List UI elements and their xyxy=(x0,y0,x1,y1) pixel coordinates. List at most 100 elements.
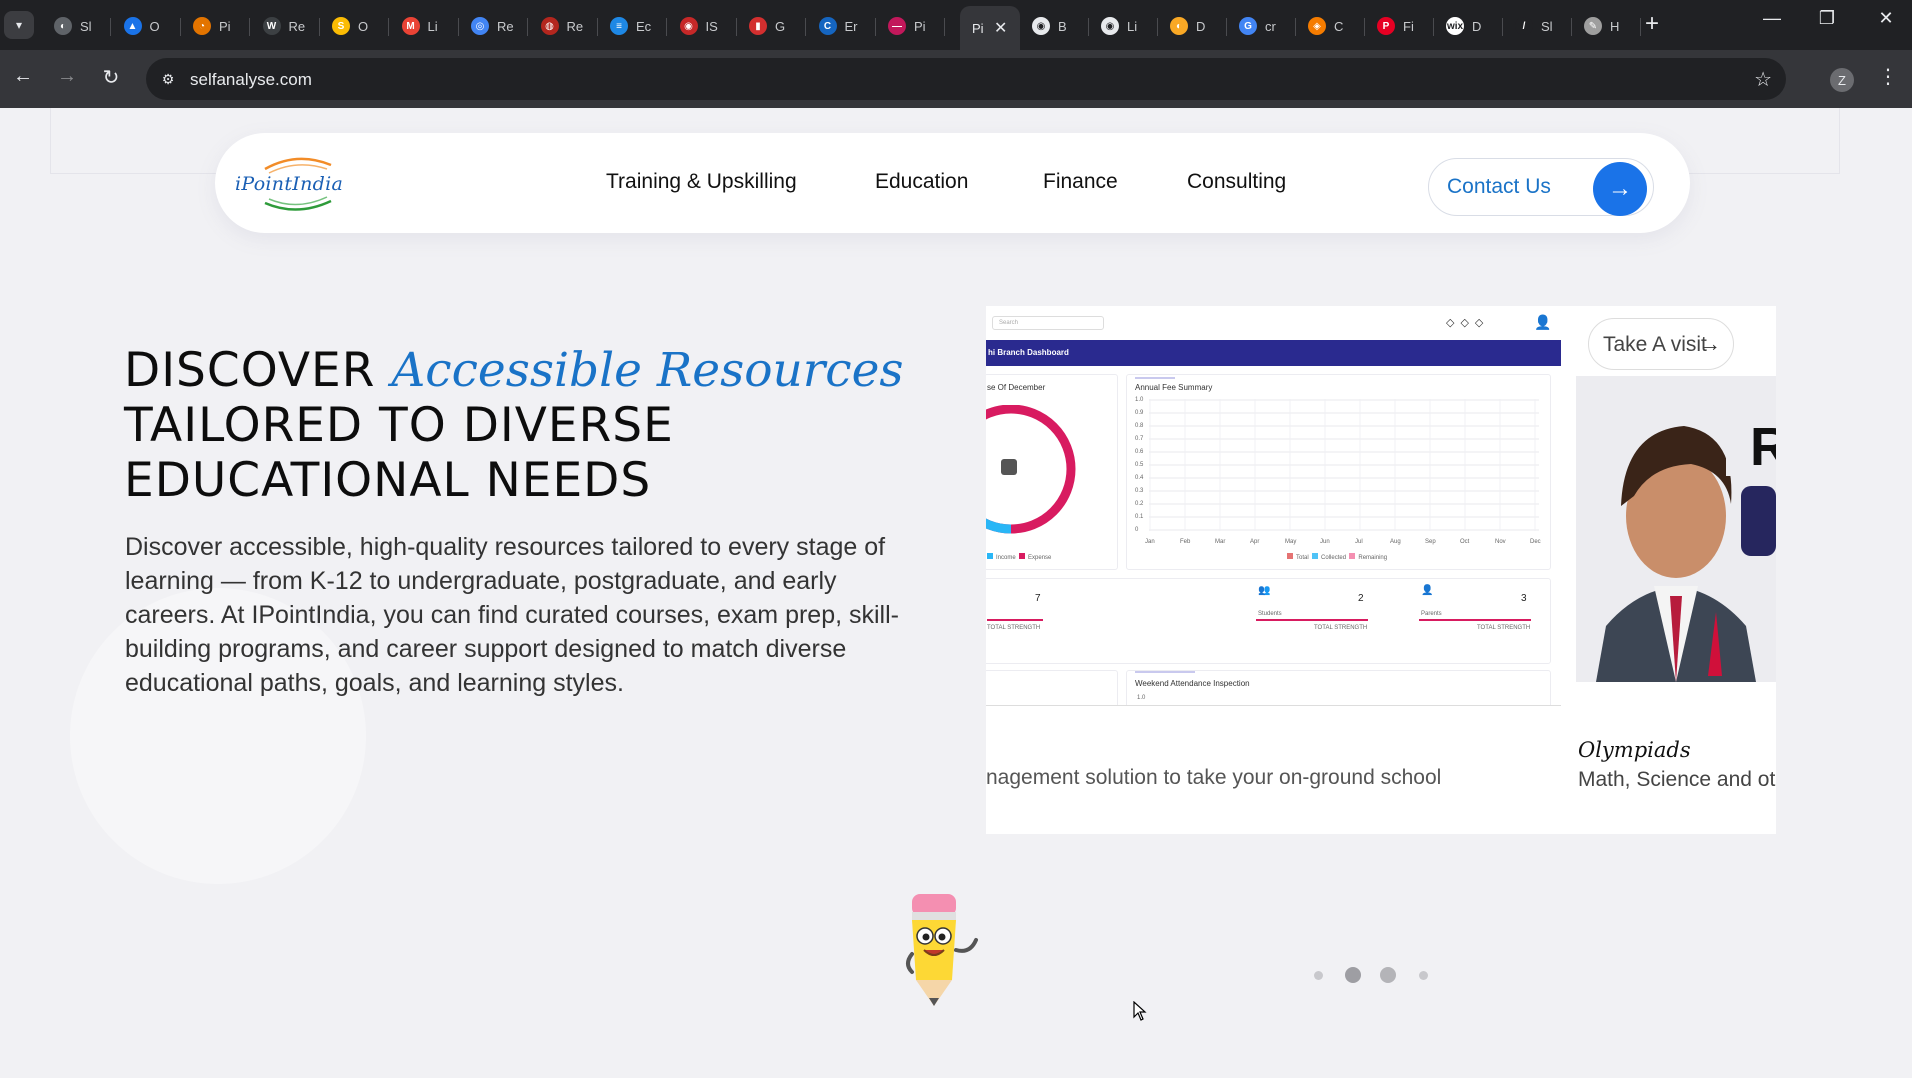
tab-label: D xyxy=(1196,18,1206,34)
nav-finance[interactable]: Finance xyxy=(1043,170,1118,194)
contact-us-button[interactable]: Contact Us → xyxy=(1428,158,1654,216)
nav-consulting[interactable]: Consulting xyxy=(1187,170,1286,194)
tab-favicon-icon: ◎ xyxy=(471,17,489,35)
tab-label: O xyxy=(358,18,369,34)
browser-tab[interactable]: ◐ D xyxy=(1158,6,1227,46)
tab-favicon-icon: wix xyxy=(1446,17,1464,35)
tab-favicon-icon: ◉ xyxy=(1101,17,1119,35)
y-tick-label: 0 xyxy=(1135,527,1139,533)
tab-active[interactable]: Pi ✕ xyxy=(960,6,1020,50)
carousel-dot[interactable] xyxy=(1314,971,1323,980)
tab-favicon-icon: ◐ xyxy=(1170,17,1188,35)
menu-kebab-icon[interactable]: ⋮ xyxy=(1878,64,1898,89)
back-arrow-icon[interactable]: ← xyxy=(8,65,38,88)
pencil-mascot xyxy=(900,888,992,1012)
browser-tab[interactable]: wix D xyxy=(1434,6,1503,46)
attendance-title: Weekend Attendance Inspection xyxy=(1135,679,1250,688)
url-text[interactable]: selfanalyse.com xyxy=(190,70,312,90)
dashboard-search: Search xyxy=(992,316,1104,330)
restore-button[interactable]: ❐ xyxy=(1807,8,1847,29)
tab-label: Ec xyxy=(636,18,652,34)
bookmark-star-icon[interactable]: ☆ xyxy=(1754,67,1772,92)
browser-tab[interactable]: — Pi xyxy=(876,6,945,46)
tab-favicon-icon: G xyxy=(1239,17,1257,35)
legend-total: Total xyxy=(1296,555,1309,561)
browser-tab[interactable]: ◉ Li xyxy=(1089,6,1158,46)
tab-label: Er xyxy=(844,18,858,34)
site-settings-icon[interactable]: ⚙ xyxy=(158,69,178,89)
browser-tab[interactable]: Gcr xyxy=(1227,6,1296,46)
forward-arrow-icon[interactable]: → xyxy=(52,65,82,88)
tab-label: Li xyxy=(427,18,438,34)
tab-label: IS xyxy=(705,18,718,34)
tab-favicon-icon: ▮ xyxy=(749,17,767,35)
y-tick-label: 1.0 xyxy=(1135,397,1144,403)
stat-label: Students xyxy=(1258,611,1282,617)
tab-label: cr xyxy=(1265,18,1276,34)
browser-tab[interactable]: SO xyxy=(320,6,389,46)
tab-label: Re xyxy=(497,18,514,34)
x-tick-label: May xyxy=(1285,539,1297,545)
legend-collected: Collected xyxy=(1321,555,1347,561)
x-tick-label: Apr xyxy=(1250,539,1260,545)
close-window-button[interactable]: ✕ xyxy=(1866,8,1906,29)
browser-tab[interactable]: ◍ Re xyxy=(529,6,598,46)
contact-us-label: Contact Us xyxy=(1447,175,1551,198)
carousel-dot[interactable] xyxy=(1345,967,1361,983)
tab-label: Re xyxy=(288,18,306,34)
carousel-dot[interactable] xyxy=(1380,967,1396,983)
mouse-cursor-icon xyxy=(1133,1000,1147,1026)
minimize-button[interactable]: — xyxy=(1752,8,1792,29)
attendance-tick: 1.0 xyxy=(1137,695,1146,701)
browser-tab[interactable]: W Re xyxy=(251,6,320,46)
nav-training[interactable]: Training & Upskilling xyxy=(606,170,797,194)
x-tick-label: Jul xyxy=(1355,539,1363,545)
browser-tab[interactable]: ◉ IS xyxy=(668,6,737,46)
browser-tab[interactable]: / Sl xyxy=(1503,6,1572,46)
browser-tabbar: ▾ ◐ Sl ▲ O ◔ Pi W Re S O M Li ◎ Re ◍ Re ≡ Ec ◉ IS ▮ G C Er — Pi P… xyxy=(0,0,1912,50)
logo-text: iPointIndia xyxy=(235,173,344,195)
tab-close-icon[interactable]: ✕ xyxy=(994,18,1007,38)
take-a-visit-button[interactable]: Take A visit → xyxy=(1588,318,1734,370)
profile-avatar[interactable]: Z xyxy=(1830,68,1854,92)
y-tick-label: 0.6 xyxy=(1135,449,1144,455)
tab-label: Pi xyxy=(972,20,984,36)
carousel-dot[interactable] xyxy=(1419,971,1428,980)
expense-card-title: se Of December xyxy=(987,383,1046,392)
feature-carousel[interactable]: Search ◇◇◇ 👤 hi Branch Dashboard se Of D… xyxy=(986,306,1776,834)
hero-description: Discover accessible, high-quality resour… xyxy=(125,533,899,697)
x-tick-label: Aug xyxy=(1390,539,1401,545)
take-a-visit-label: Take A visit xyxy=(1603,333,1707,356)
browser-tab[interactable]: ◈ C xyxy=(1296,6,1365,46)
reload-icon[interactable]: ↻ xyxy=(96,65,126,90)
stat-value: 2 xyxy=(1358,593,1364,604)
browser-tab[interactable]: ≡ Ec xyxy=(598,6,667,46)
browser-tab[interactable]: ◉ B xyxy=(1020,6,1089,46)
tab-label: B xyxy=(1058,18,1067,34)
browser-tab[interactable]: ◐ Sl xyxy=(42,6,111,46)
x-tick-label: Jan xyxy=(1145,539,1155,545)
browser-tab[interactable]: C Er xyxy=(807,6,876,46)
address-bar[interactable]: ⚙ selfanalyse.com ☆ xyxy=(146,58,1786,100)
new-tab-button[interactable]: + xyxy=(1645,10,1659,38)
browser-tab[interactable]: P Fi xyxy=(1365,6,1434,46)
bottom-left-card xyxy=(986,670,1118,705)
y-tick-label: 0.9 xyxy=(1135,410,1144,416)
y-tick-label: 0.1 xyxy=(1135,514,1144,520)
browser-tab[interactable]: ✎ H xyxy=(1572,6,1641,46)
tab-search-chevron-icon[interactable]: ▾ xyxy=(4,11,34,39)
tab-favicon-icon: / xyxy=(1515,17,1533,35)
site-logo[interactable]: iPointIndia xyxy=(235,149,365,217)
browser-tab[interactable]: ▲ O xyxy=(112,6,181,46)
dashboard-header: hi Branch Dashboard xyxy=(986,340,1561,366)
hero-title-line3: EDUCATIONAL NEEDS xyxy=(124,453,652,508)
browser-tab[interactable]: ◎ Re xyxy=(459,6,528,46)
browser-tab[interactable]: ▮ G xyxy=(737,6,806,46)
browser-tab[interactable]: ◔ Pi xyxy=(181,6,250,46)
nav-education[interactable]: Education xyxy=(875,170,968,194)
expense-card: se Of December Income Expense xyxy=(986,374,1118,570)
x-tick-label: Oct xyxy=(1460,539,1470,545)
browser-tab[interactable]: M Li xyxy=(390,6,459,46)
tab-favicon-icon: ◍ xyxy=(540,17,559,35)
olympiad-img-letter: R xyxy=(1750,417,1776,477)
